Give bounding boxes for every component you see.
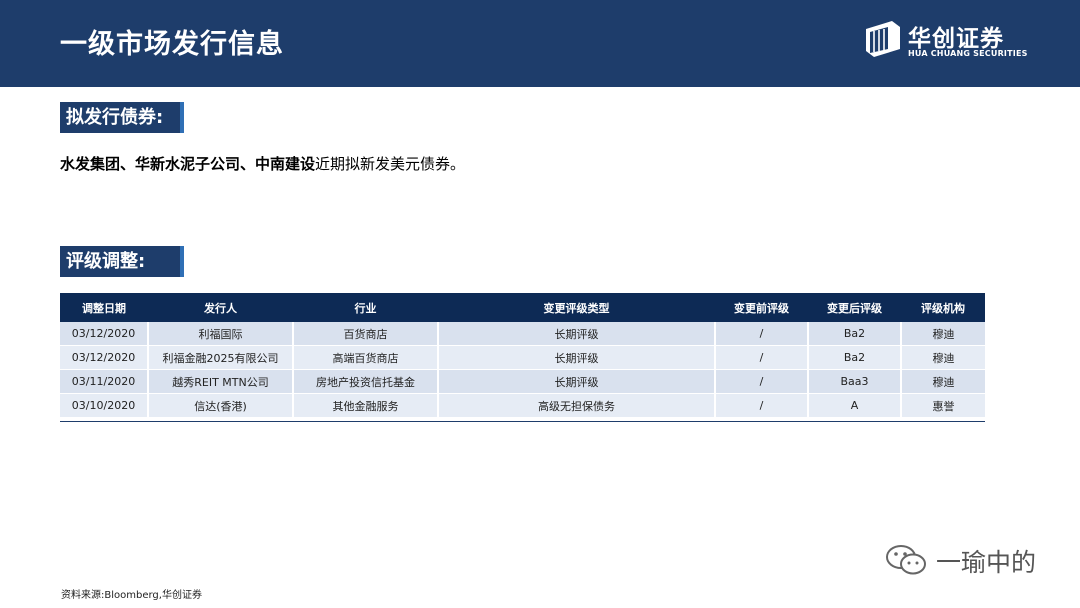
proposed-bonds-summary: 水发集团、华新水泥子公司、中南建设近期拟新发美元债券。 <box>60 153 465 174</box>
cell-industry: 其他金融服务 <box>293 393 439 418</box>
cell-agency: 穆迪 <box>901 322 985 346</box>
summary-suffix: 近期拟新发美元债券。 <box>315 155 466 173</box>
cell-new-rating: A <box>808 393 902 418</box>
cell-prev-rating: / <box>715 393 809 418</box>
cell-new-rating: Ba2 <box>808 345 902 370</box>
cell-date: 03/11/2020 <box>60 369 149 394</box>
issuer-names: 水发集团、华新水泥子公司、中南建设 <box>60 155 316 173</box>
col-header-rating-type: 变更评级类型 <box>438 293 715 322</box>
cell-issuer: 利福金融2025有限公司 <box>148 345 294 370</box>
table-row: 03/11/2020 越秀REIT MTN公司 房地产投资信托基金 长期评级 /… <box>60 369 985 394</box>
col-header-date: 调整日期 <box>60 293 148 322</box>
logo-text-cn: 华创证券 <box>908 26 1004 52</box>
cell-date: 03/12/2020 <box>60 345 149 370</box>
table-bottom-rule <box>60 421 985 422</box>
cell-industry: 百货商店 <box>293 322 439 346</box>
col-header-issuer: 发行人 <box>148 293 293 322</box>
cell-agency: 穆迪 <box>901 369 985 394</box>
col-header-new-rating: 变更后评级 <box>808 293 901 322</box>
source-note: 资料来源:Bloomberg,华创证券 <box>61 590 202 601</box>
logo-mark-icon <box>866 21 900 57</box>
cell-issuer: 信达(香港) <box>148 393 294 418</box>
cell-date: 03/10/2020 <box>60 393 149 418</box>
table-row: 03/12/2020 利福金融2025有限公司 高端百货商店 长期评级 / Ba… <box>60 345 985 370</box>
section-tag-proposed-bonds: 拟发行债券: <box>60 102 184 133</box>
cell-rating-type: 长期评级 <box>438 369 716 394</box>
table-row: 03/10/2020 信达(香港) 其他金融服务 高级无担保债务 / A 惠誉 <box>60 393 985 418</box>
cell-prev-rating: / <box>715 345 809 370</box>
cell-agency: 惠誉 <box>901 393 985 418</box>
cell-prev-rating: / <box>715 369 809 394</box>
cell-rating-type: 长期评级 <box>438 345 716 370</box>
cell-industry: 高端百货商店 <box>293 345 439 370</box>
col-header-agency: 评级机构 <box>901 293 985 322</box>
page-title: 一级市场发行信息 <box>60 29 284 60</box>
cell-rating-type: 长期评级 <box>438 322 716 346</box>
company-logo: 华创证券 HUA CHUANG SECURITIES <box>864 19 1027 61</box>
wechat-icon <box>886 545 926 575</box>
cell-prev-rating: / <box>715 322 809 346</box>
section-tag-rating-changes: 评级调整: <box>60 246 184 277</box>
table-row: 03/12/2020 利福国际 百货商店 长期评级 / Ba2 穆迪 <box>60 322 985 346</box>
cell-new-rating: Baa3 <box>808 369 902 394</box>
cell-industry: 房地产投资信托基金 <box>293 369 439 394</box>
cell-new-rating: Ba2 <box>808 322 902 346</box>
cell-issuer: 利福国际 <box>148 322 294 346</box>
rating-changes-table: 调整日期 发行人 行业 变更评级类型 变更前评级 变更后评级 评级机构 03/1… <box>60 293 985 418</box>
col-header-prev-rating: 变更前评级 <box>715 293 808 322</box>
wechat-watermark: 一瑜中的 <box>884 540 1054 580</box>
watermark-text: 一瑜中的 <box>936 548 1037 577</box>
header-bar: 一级市场发行信息 华创证券 HUA CHUANG SECURITIES <box>0 0 1080 87</box>
table-header-row: 调整日期 发行人 行业 变更评级类型 变更前评级 变更后评级 评级机构 <box>60 293 985 322</box>
cell-date: 03/12/2020 <box>60 322 149 346</box>
col-header-industry: 行业 <box>293 293 438 322</box>
cell-issuer: 越秀REIT MTN公司 <box>148 369 294 394</box>
cell-rating-type: 高级无担保债务 <box>438 393 716 418</box>
cell-agency: 穆迪 <box>901 345 985 370</box>
logo-text-en: HUA CHUANG SECURITIES <box>908 49 1028 58</box>
